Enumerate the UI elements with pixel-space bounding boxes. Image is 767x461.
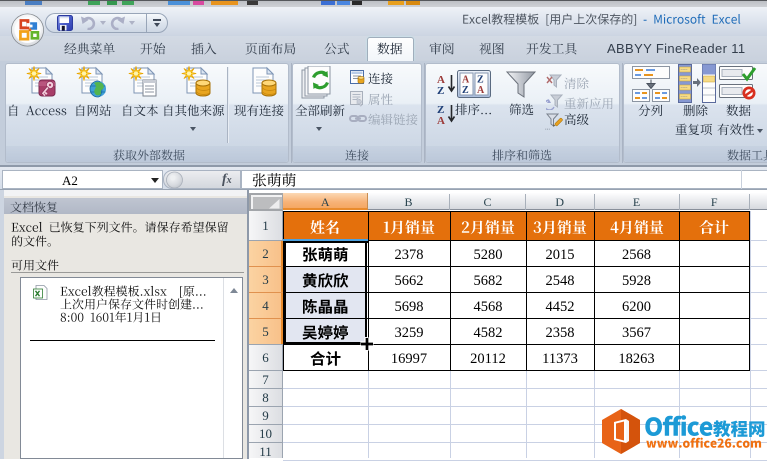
svg-text:~~~: ~~~ [681, 85, 689, 90]
svg-text:~~~: ~~~ [681, 67, 689, 72]
svg-text:~~~: ~~~ [681, 94, 689, 99]
svg-text:Z: Z [437, 85, 444, 97]
svg-text:A: A [437, 115, 445, 127]
svg-text:...: ... [545, 126, 550, 131]
svg-text:~~~: ~~~ [681, 76, 689, 81]
svg-text:Z: Z [462, 85, 469, 96]
svg-text:A: A [477, 85, 485, 96]
svg-text:Z: Z [477, 75, 484, 86]
svg-text:A: A [462, 75, 470, 86]
